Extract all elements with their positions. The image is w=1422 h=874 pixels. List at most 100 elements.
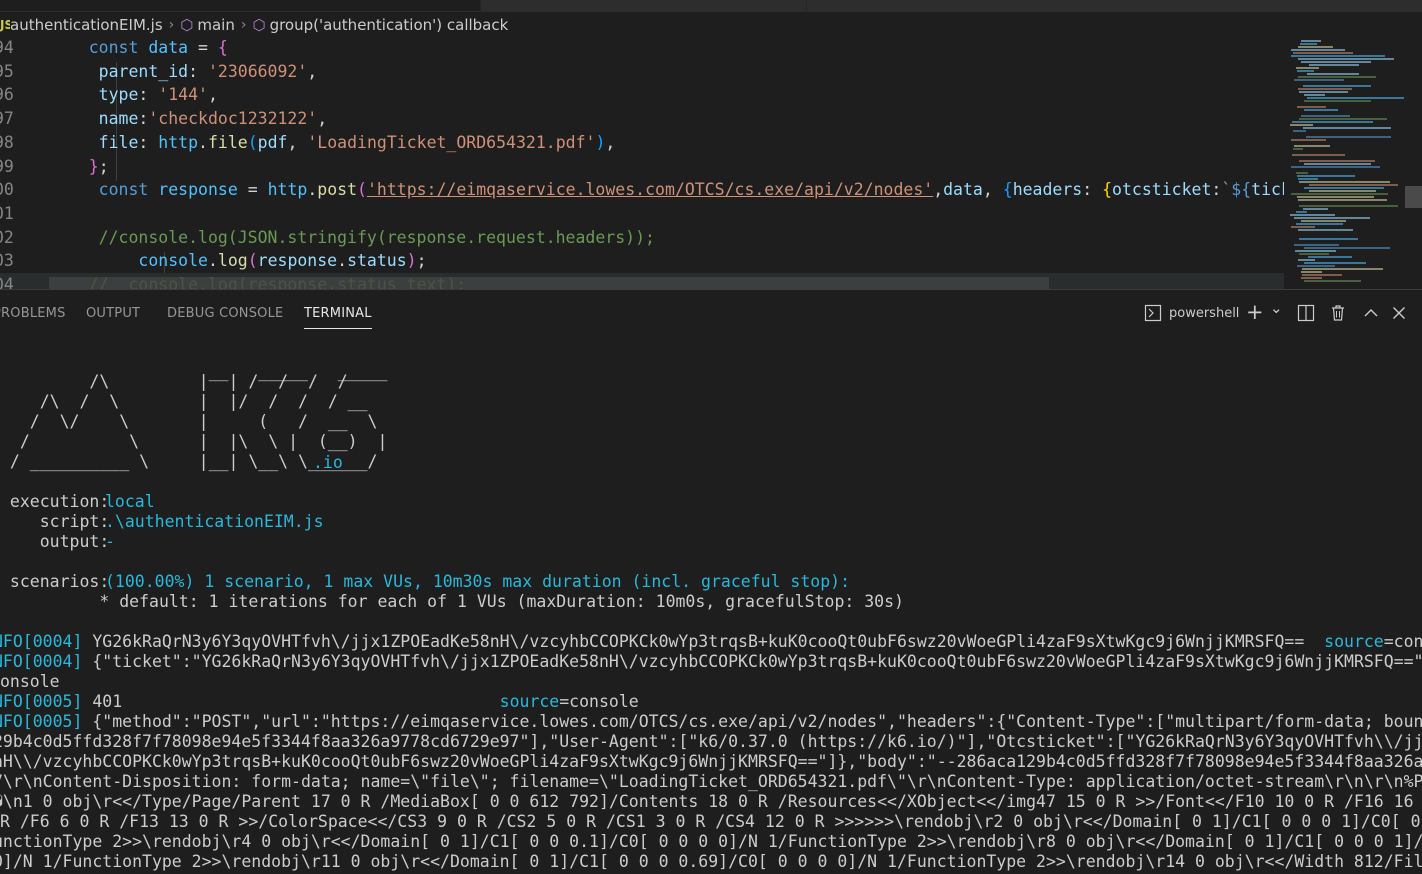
minimap-line	[1291, 139, 1326, 141]
output-label: output:	[0, 532, 110, 551]
code-line[interactable]: 96 type: '144',	[0, 83, 1284, 107]
code-text: //console.log(JSON.stringify(response.re…	[98, 227, 655, 247]
tab-output[interactable]: OUTPUT	[86, 306, 140, 321]
minimap-line	[1291, 226, 1315, 228]
chevron-down-icon[interactable]: ⌄	[1270, 299, 1283, 317]
minimap-line	[1301, 271, 1322, 273]
minimap-line	[1304, 280, 1361, 282]
log-source-key: source	[499, 692, 560, 711]
close-icon[interactable]	[1390, 304, 1408, 327]
code-editor[interactable]: 94 const data = {95 parent_id: '23066092…	[0, 38, 1284, 289]
tab-terminal[interactable]: TERMINAL	[304, 306, 372, 329]
minimap-line	[1293, 130, 1306, 132]
line-number: 95	[0, 61, 14, 81]
minimap-line	[1300, 43, 1317, 45]
log-wrap-line: R /F6 6 0 R /F13 13 0 R >>/ColorSpace<</…	[0, 812, 1422, 831]
code-text: const response = http.post('https://eimq…	[98, 180, 1284, 200]
minimap-line	[1308, 256, 1352, 258]
minimap-line	[1296, 211, 1307, 213]
breadcrumb: JS authenticationEIM.js › ⬡ main › ⬡ gro…	[0, 12, 1422, 38]
minimap-scrollbar[interactable]	[1405, 186, 1422, 208]
terminal-shell-name[interactable]: powershell	[1169, 306, 1239, 321]
symbol-cube-icon: ⬡	[252, 16, 266, 34]
log-line: NFO[0004] {"ticket":"YG26kRaQrN3y6Y3qyOV…	[0, 652, 1422, 672]
minimap-line	[1304, 262, 1366, 264]
minimap-line	[1292, 121, 1373, 123]
breadcrumb-symbol-callback[interactable]: group('authentication') callback	[270, 16, 509, 34]
minimap-line	[1297, 265, 1335, 267]
tab-debug-console[interactable]: DEBUG CONSOLE	[167, 306, 283, 321]
log-wrap-line: 0]/N 1/FunctionType 2>>\rendobj\r11 0 ob…	[0, 852, 1422, 871]
minimap-line	[1296, 67, 1319, 69]
code-text: parent_id: '23066092',	[98, 61, 318, 81]
minimap-line	[1303, 85, 1371, 87]
script-value: .\authenticationEIM.js	[105, 512, 324, 531]
minimap-line	[1298, 229, 1353, 231]
minimap[interactable]	[1284, 38, 1422, 289]
minimap-line	[1304, 109, 1338, 111]
log-text: 401	[82, 692, 500, 711]
code-line[interactable]: 01	[0, 202, 1284, 226]
minimap-line	[1299, 118, 1387, 120]
horizontal-scrollbar[interactable]	[49, 277, 1049, 289]
minimap-line	[1291, 55, 1385, 57]
minimap-line	[1309, 190, 1376, 192]
minimap-line	[1304, 247, 1390, 249]
minimap-line	[1297, 196, 1374, 198]
log-source-value: =console	[1383, 632, 1422, 651]
minimap-line	[1301, 115, 1350, 117]
minimap-line	[1304, 187, 1384, 189]
line-number: 04	[0, 275, 14, 289]
scenarios-label: scenarios:	[0, 572, 110, 591]
minimap-line	[1294, 79, 1344, 81]
symbol-cube-icon: ⬡	[180, 16, 194, 34]
code-line[interactable]: 99 };	[0, 155, 1284, 179]
k6-logo-line: /\ | | / / / /	[0, 372, 348, 391]
line-number: 97	[0, 109, 14, 129]
minimap-line	[1293, 148, 1303, 150]
tab-problems[interactable]: PROBLEMS	[0, 306, 66, 321]
code-line[interactable]: 95 parent_id: '23066092',	[0, 60, 1284, 84]
code-text: const data = {	[88, 38, 228, 57]
log-wrap-line: 7\r\nContent-Disposition: form-data; nam…	[0, 772, 1422, 791]
log-level: NFO[0005]	[0, 692, 83, 711]
log-wrap-line: 29b4c0d5ffd328f7f78098e94e5f3344f8aa326a…	[0, 732, 1422, 751]
minimap-line	[1299, 238, 1358, 240]
minimap-line	[1294, 217, 1370, 219]
terminal-output[interactable]: __ _____ _____ /\ | | / / / / /\ / \ | |…	[0, 335, 1422, 874]
split-terminal-icon[interactable]	[1297, 304, 1315, 327]
chevron-right-icon: ›	[168, 17, 175, 33]
minimap-line	[1299, 160, 1375, 162]
minimap-line	[1306, 136, 1391, 138]
code-line[interactable]: 94 const data = {	[0, 38, 1284, 60]
code-line[interactable]: 97 name:'checkdoc1232122',	[0, 107, 1284, 131]
tab-active-strip[interactable]	[0, 0, 481, 11]
minimap-line	[1298, 58, 1394, 60]
code-text: };	[88, 156, 109, 176]
terminal-shell-icon	[1144, 304, 1162, 327]
minimap-line	[1302, 274, 1342, 276]
code-line[interactable]: 98 file: http.file(pdf, 'LoadingTicket_O…	[0, 131, 1284, 155]
minimap-line	[1301, 40, 1321, 42]
breadcrumb-symbol-main[interactable]: main	[197, 16, 234, 34]
trash-icon[interactable]	[1329, 304, 1347, 327]
maximize-panel-icon[interactable]	[1362, 304, 1380, 327]
log-level: NFO[0005]	[0, 712, 83, 731]
log-source-value: =console	[559, 692, 639, 711]
minimap-line	[1290, 124, 1313, 126]
code-text: name:'checkdoc1232122',	[98, 109, 328, 129]
minimap-line	[1299, 205, 1398, 207]
minimap-line	[1304, 94, 1325, 96]
minimap-line	[1291, 166, 1380, 168]
code-line[interactable]: 03 console.log(response.status);	[0, 249, 1284, 273]
log-text: YG26kRaQrN3y6Y3qyOVHTfvh\/jjx1ZPOEadKe58…	[82, 632, 1325, 651]
tab-strip-segment[interactable]	[481, 0, 807, 11]
code-line[interactable]: 02 //console.log(JSON.stringify(response…	[0, 226, 1284, 250]
add-terminal-icon[interactable]: +	[1246, 300, 1264, 324]
breadcrumb-file[interactable]: authenticationEIM.js	[10, 16, 163, 34]
line-number: 01	[0, 203, 14, 223]
log-line: NFO[0004] YG26kRaQrN3y6Y3qyOVHTfvh\/jjx1…	[0, 632, 1422, 652]
minimap-line	[1304, 100, 1371, 102]
code-line[interactable]: 00 const response = http.post('https://e…	[0, 178, 1284, 202]
panel-header: PROBLEMS OUTPUT DEBUG CONSOLE TERMINAL p…	[0, 289, 1422, 336]
